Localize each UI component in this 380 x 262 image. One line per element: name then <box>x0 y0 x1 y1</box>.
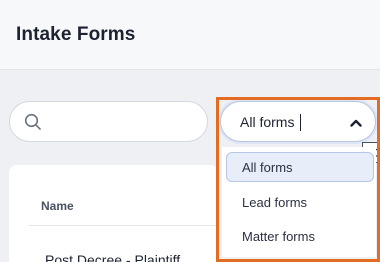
page-title: Intake Forms <box>16 24 136 45</box>
table-row[interactable]: Post Decree - Plaintiff <box>45 252 180 262</box>
search-input[interactable] <box>50 110 200 134</box>
page: Intake Forms Name Post Decree - Plaintif… <box>0 0 380 262</box>
search-box[interactable] <box>9 101 208 142</box>
page-header: Intake Forms <box>0 0 380 70</box>
highlight-outline <box>216 97 380 262</box>
forms-table: Name Post Decree - Plaintiff <box>9 165 219 262</box>
search-icon <box>24 113 41 130</box>
column-header-name[interactable]: Name <box>41 199 74 213</box>
table-divider <box>29 225 219 226</box>
